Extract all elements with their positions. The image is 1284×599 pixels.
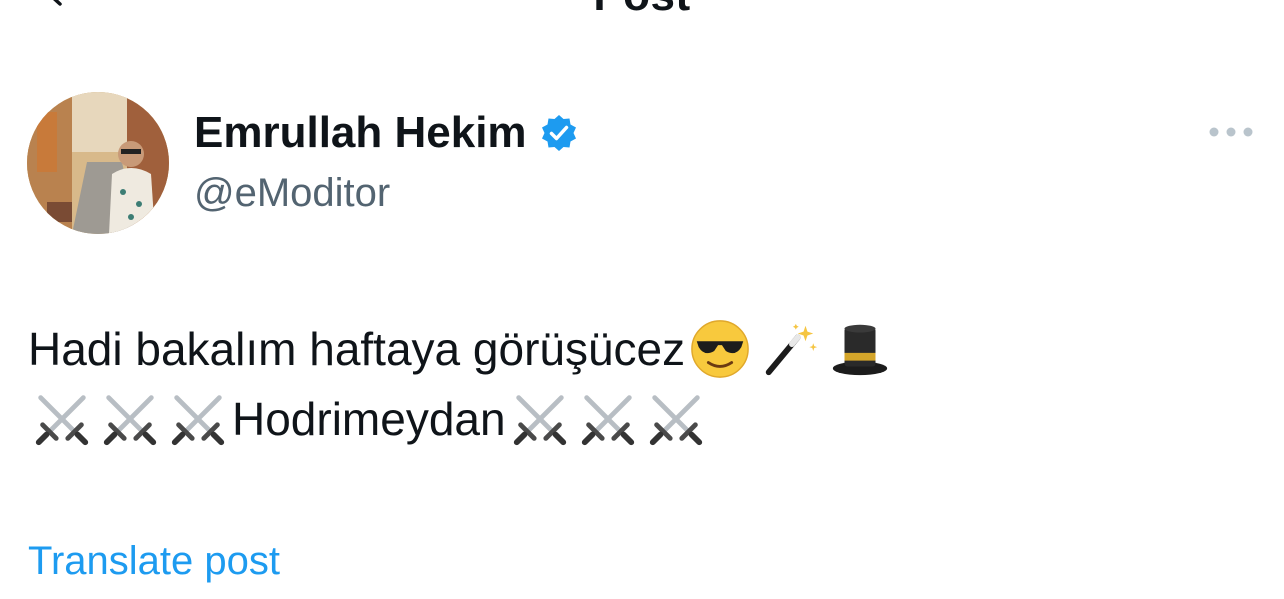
sunglasses-face-icon (691, 320, 749, 378)
crossed-swords-icon (103, 395, 157, 446)
page-title: Post (0, 0, 1284, 18)
author-name[interactable]: Emrullah Hekim (194, 108, 527, 158)
more-horizontal-icon[interactable] (1208, 122, 1254, 142)
post-line-1: Hadi bakalım haftaya görüşücez (28, 314, 1258, 384)
crossed-swords-icon (649, 395, 702, 446)
avatar[interactable] (27, 92, 169, 234)
post-line-2-text: Hodrimeydan (232, 393, 506, 445)
post-text: Hadi bakalım haftaya görüşücez Hodrimeyd… (28, 314, 1258, 454)
top-hat-icon (833, 324, 888, 376)
avatar-photo-icon (27, 92, 169, 234)
author-handle[interactable]: @eModitor (194, 168, 390, 218)
crossed-swords-icon (35, 395, 89, 446)
translate-post-link[interactable]: Translate post (28, 536, 280, 586)
magic-wand-icon (765, 323, 818, 376)
author-name-row[interactable]: Emrullah Hekim (194, 108, 579, 158)
crossed-swords-icon (171, 395, 225, 446)
crossed-swords-icon (513, 395, 566, 446)
post-line-2: Hodrimeydan (28, 384, 1258, 454)
post-line-1-text: Hadi bakalım haftaya görüşücez (28, 323, 686, 375)
verified-badge-icon (541, 115, 576, 151)
crossed-swords-icon (581, 395, 634, 446)
top-bar: Post (0, 0, 1284, 40)
